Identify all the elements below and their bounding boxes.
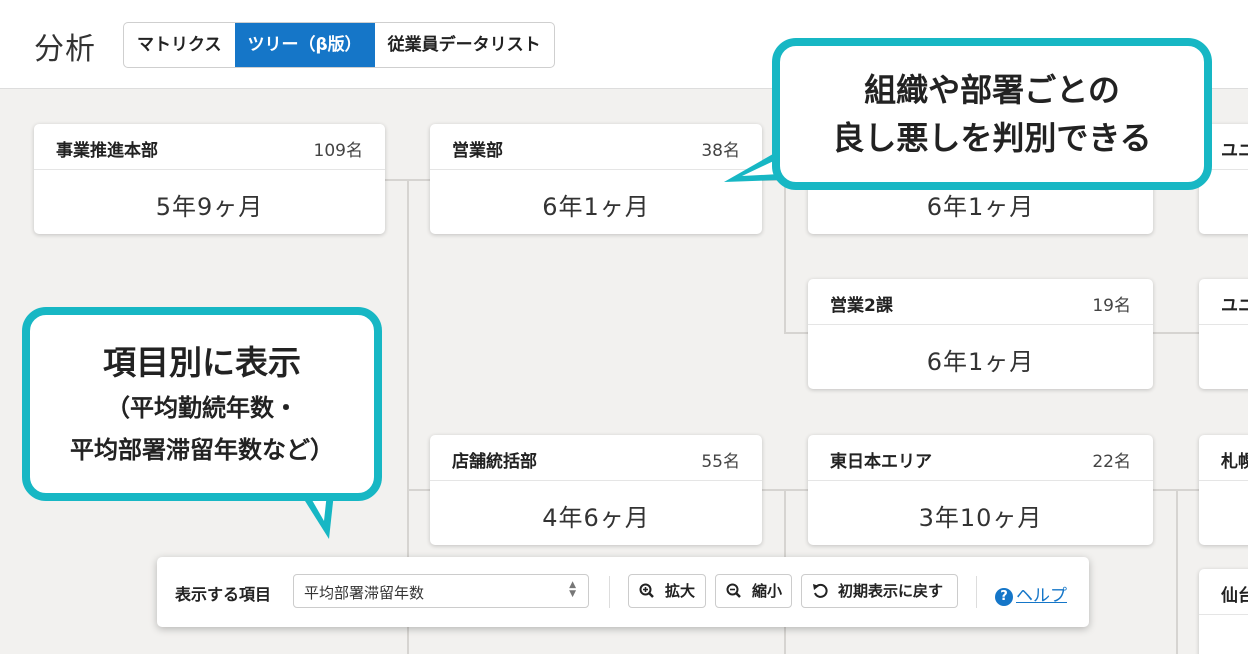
node-name: ユニ <box>1221 296 1248 316</box>
node-count: 22名 <box>1092 452 1131 472</box>
node-name: 事業推進本部 <box>56 141 158 161</box>
select-value: 平均部署滞留年数 <box>304 584 425 602</box>
node-name: 店舗統括部 <box>452 452 537 472</box>
org-node-partial[interactable]: ユニ <box>1199 279 1248 389</box>
help-link[interactable]: ? ヘルプ <box>995 581 1067 606</box>
toolbar-divider <box>976 576 977 608</box>
reset-view-label: 初期表示に戻す <box>838 582 944 600</box>
display-toolbar: 表示する項目 平均部署滞留年数 ▲ ▼ 拡大 縮小 初期表示に戻す ? ヘルプ <box>157 557 1089 627</box>
callout-text: 組織や部署ごとの <box>864 71 1120 109</box>
tab-tree[interactable]: ツリー（β版） <box>234 23 375 67</box>
zoom-in-button[interactable]: 拡大 <box>628 574 706 608</box>
org-node[interactable]: 店舗統括部 55名 4年6ヶ月 <box>430 435 762 545</box>
node-value: 3年10ヶ月 <box>918 504 1043 532</box>
node-value: 4年6ヶ月 <box>542 504 650 532</box>
org-node-partial[interactable]: 札幌 <box>1199 435 1248 545</box>
reset-icon <box>812 575 828 618</box>
node-name: ユニ <box>1221 141 1248 161</box>
org-node[interactable]: 事業推進本部 109名 5年9ヶ月 <box>34 124 385 234</box>
help-circle-icon: ? <box>995 588 1013 606</box>
callout-text: 良し悪しを判別できる <box>832 119 1152 157</box>
node-name: 東日本エリア <box>830 452 932 472</box>
node-name: 札幌 <box>1221 452 1248 472</box>
connector-line <box>784 179 786 334</box>
callout-organization: 組織や部署ごとの 良し悪しを判別できる <box>772 38 1212 190</box>
node-count: 55名 <box>701 452 740 472</box>
callout-text: 平均部署滞留年数など） <box>70 436 334 464</box>
tab-employee-list[interactable]: 従業員データリスト <box>375 23 554 67</box>
view-tabs: マトリクス ツリー（β版） 従業員データリスト <box>123 22 555 68</box>
connector-line <box>407 489 430 491</box>
org-node[interactable]: 東日本エリア 22名 3年10ヶ月 <box>808 435 1153 545</box>
node-count: 19名 <box>1092 296 1131 316</box>
node-name: 仙台 <box>1221 586 1248 606</box>
zoom-out-icon <box>726 575 742 618</box>
org-node[interactable]: 営業2課 19名 6年1ヶ月 <box>808 279 1153 389</box>
node-value: 6年1ヶ月 <box>542 193 650 221</box>
page-title: 分析 <box>34 32 96 67</box>
display-item-select[interactable]: 平均部署滞留年数 ▲ ▼ <box>293 574 589 608</box>
node-value: 5年9ヶ月 <box>155 193 264 221</box>
node-count: 109名 <box>313 141 363 161</box>
toolbar-divider <box>609 576 610 608</box>
connector-line <box>1176 489 1178 654</box>
zoom-in-label: 拡大 <box>665 582 696 600</box>
tab-matrix[interactable]: マトリクス <box>124 23 235 67</box>
connector-line <box>784 332 808 334</box>
zoom-out-button[interactable]: 縮小 <box>715 574 792 608</box>
node-name: 営業2課 <box>830 296 893 316</box>
org-node-partial[interactable]: 仙台 <box>1199 569 1248 654</box>
org-node[interactable]: 営業部 38名 6年1ヶ月 <box>430 124 762 234</box>
zoom-out-label: 縮小 <box>752 582 783 600</box>
help-label: ヘルプ <box>1016 586 1067 606</box>
node-value: 6年1ヶ月 <box>926 348 1035 376</box>
callout-text: （平均勤続年数・ <box>106 394 298 422</box>
connector-line <box>1153 332 1199 334</box>
display-item-label: 表示する項目 <box>175 585 272 604</box>
zoom-in-icon <box>639 575 655 618</box>
callout-text: 項目別に表示 <box>103 343 301 382</box>
callout-display-items: 項目別に表示 （平均勤続年数・ 平均部署滞留年数など） <box>22 307 382 501</box>
node-name: 営業部 <box>452 141 503 161</box>
select-arrows-icon: ▲ ▼ <box>569 580 576 599</box>
reset-view-button[interactable]: 初期表示に戻す <box>801 574 958 608</box>
